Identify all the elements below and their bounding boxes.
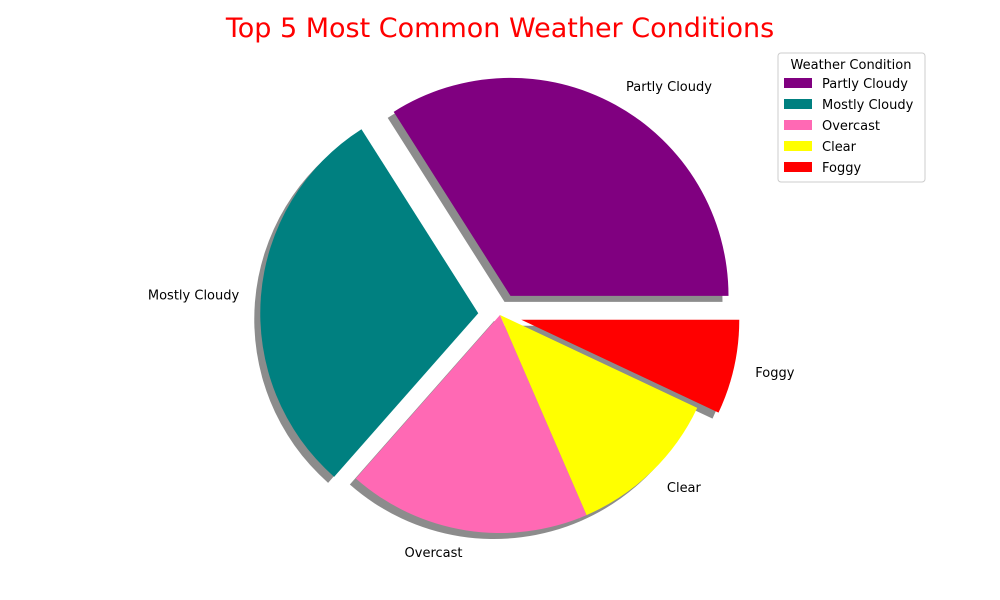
legend-label-overcast: Overcast bbox=[822, 119, 880, 134]
legend-swatch-foggy bbox=[784, 162, 812, 172]
slice-label-mostly-cloudy: Mostly Cloudy bbox=[148, 288, 240, 303]
legend-swatch-mostly-cloudy bbox=[784, 99, 812, 109]
pie-chart: Top 5 Most Common Weather Conditions Par… bbox=[148, 13, 926, 561]
slice-label-clear: Clear bbox=[667, 481, 702, 496]
slice-label-overcast: Overcast bbox=[405, 546, 463, 561]
legend: Weather Condition Partly Cloudy Mostly Cl… bbox=[777, 52, 926, 183]
pie-slices bbox=[260, 77, 740, 533]
legend-label-clear: Clear bbox=[822, 140, 857, 155]
legend-label-mostly-cloudy: Mostly Cloudy bbox=[822, 98, 914, 113]
legend-label-foggy: Foggy bbox=[822, 161, 861, 176]
legend-swatch-clear bbox=[784, 141, 812, 151]
chart-title: Top 5 Most Common Weather Conditions bbox=[225, 13, 774, 44]
legend-swatch-partly-cloudy bbox=[784, 78, 812, 88]
slice-label-foggy: Foggy bbox=[755, 366, 794, 381]
legend-swatch-overcast bbox=[784, 120, 812, 130]
slice-label-partly-cloudy: Partly Cloudy bbox=[626, 80, 712, 95]
legend-label-partly-cloudy: Partly Cloudy bbox=[822, 77, 908, 92]
legend-title: Weather Condition bbox=[791, 58, 912, 73]
